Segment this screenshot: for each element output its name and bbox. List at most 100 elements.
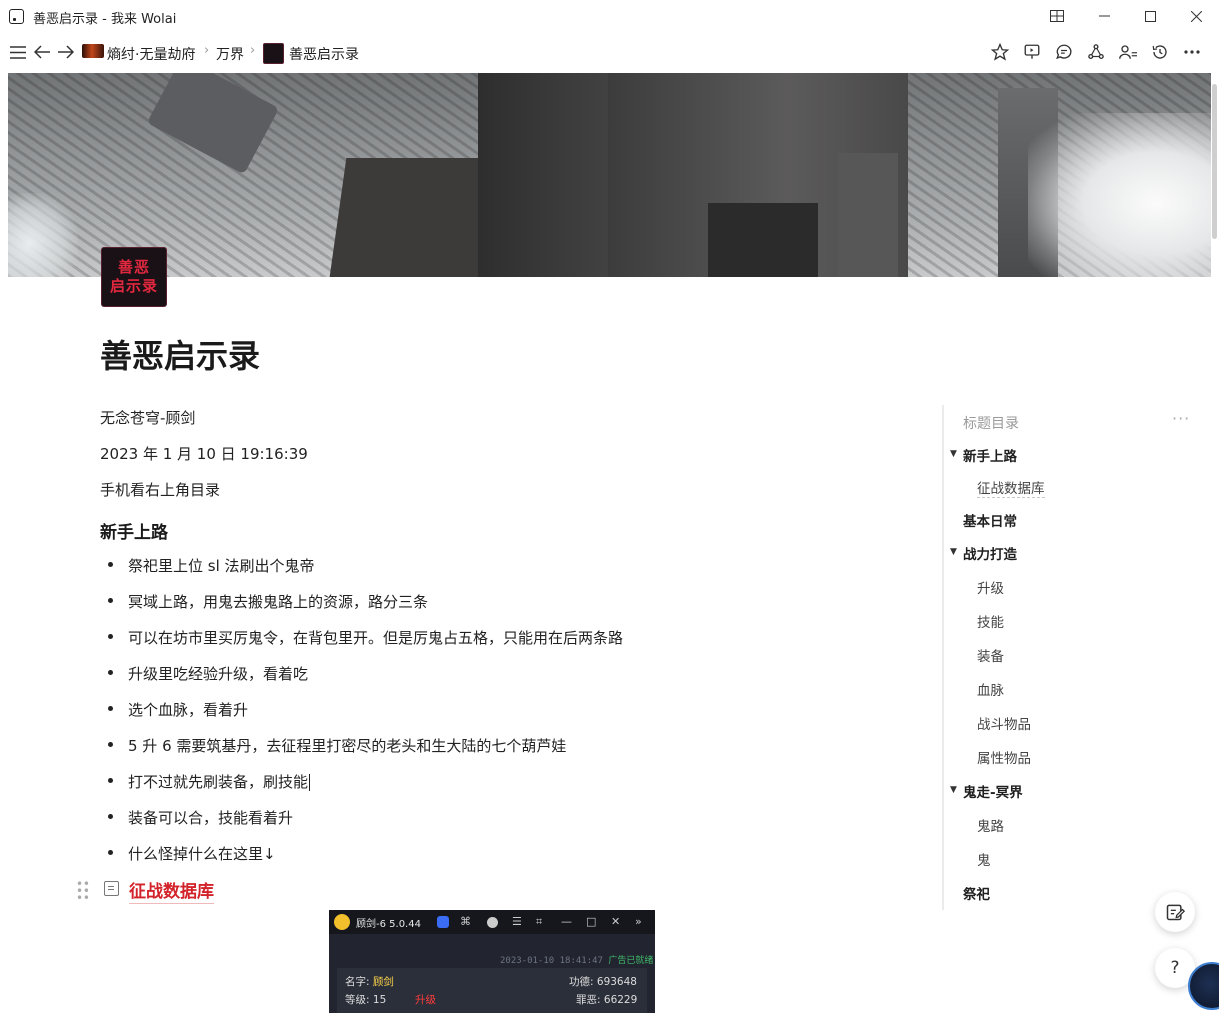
list-item-text: 装备可以合，技能看着升: [128, 809, 294, 827]
caret-down-icon[interactable]: ▼: [950, 547, 957, 557]
history-icon[interactable]: [1149, 41, 1171, 63]
embedded-title: 顾剑-6 5.0.44: [356, 919, 421, 930]
page-title[interactable]: 善恶启示录: [100, 331, 260, 377]
help-icon: ?: [1170, 958, 1180, 978]
list-item-text: 升级里吃经验升级，看着吃: [128, 665, 309, 683]
caret-down-icon[interactable]: ▼: [950, 785, 957, 795]
page-icon[interactable]: 善恶 启示录: [101, 247, 167, 307]
list-item[interactable]: 冥域上路，用鬼去搬鬼路上的资源，路分三条: [108, 591, 428, 612]
lightning-icon: [437, 916, 449, 928]
database-link[interactable]: 征战数据库: [129, 877, 214, 904]
window-title: 善恶启示录 - 我来 Wolai: [33, 12, 177, 27]
comment-icon[interactable]: [1053, 41, 1075, 63]
outline-item[interactable]: 技能: [977, 611, 1004, 631]
close-icon: ✕: [611, 915, 621, 928]
bullet-dot: [108, 706, 113, 711]
bullet-dot: [108, 778, 113, 783]
breadcrumb-item-current[interactable]: 善恶启示录: [289, 44, 359, 64]
menu-icon: ☰: [512, 915, 522, 928]
breadcrumb-thumb-1: [82, 44, 104, 58]
grid-icon[interactable]: [1042, 4, 1072, 28]
outline-item[interactable]: 属性物品: [977, 747, 1031, 767]
outline-item[interactable]: 征战数据库: [977, 477, 1045, 498]
outline-item[interactable]: 升级: [977, 577, 1004, 597]
share-network-icon[interactable]: [1085, 41, 1107, 63]
embedded-sin-row: 罪恶: 66229: [576, 994, 638, 1006]
outline-item[interactable]: 新手上路: [963, 445, 1017, 465]
bullet-dot: [108, 562, 113, 567]
outline-item[interactable]: 战力打造: [963, 543, 1017, 563]
minimize-icon[interactable]: [1089, 4, 1119, 28]
presentation-icon[interactable]: [1021, 41, 1043, 63]
breadcrumb-item-2[interactable]: 万界: [216, 44, 244, 64]
menu-icon[interactable]: [7, 41, 29, 63]
outline-panel: 标题目录 ··· ▼ 新手上路 征战数据库 基本日常 ▼ 战力打造 升级 技能 …: [942, 405, 1219, 910]
crop-icon: ⌗: [536, 915, 543, 928]
list-item[interactable]: 祭祀里上位 sl 法刷出个鬼帝: [108, 555, 315, 576]
outline-item[interactable]: 鬼路: [977, 815, 1004, 835]
drag-handle-icon[interactable]: • • • • • •: [76, 878, 90, 904]
list-item-text: 什么怪掉什么在这里↓: [128, 845, 276, 863]
text-cursor: [309, 774, 311, 791]
bullet-dot: [108, 850, 113, 855]
list-item[interactable]: 打不过就先刷装备，刷技能: [108, 771, 311, 792]
outline-heading: 标题目录: [963, 416, 1019, 432]
outline-item[interactable]: 装备: [977, 645, 1004, 665]
bullet-dot: [108, 598, 113, 603]
collaborators-icon[interactable]: [1117, 41, 1139, 63]
gamepad-icon: ⌘: [460, 915, 471, 928]
minimize-icon: —: [561, 915, 572, 928]
embedded-name-row: 名字: 顾剑: [345, 976, 394, 988]
list-item[interactable]: 可以在坊市里买厉鬼令，在背包里开。但是厉鬼占五格，只能用在后两条路: [108, 627, 623, 648]
outline-item[interactable]: 祭祀: [963, 883, 990, 903]
outline-more-icon[interactable]: ···: [1172, 409, 1190, 428]
star-icon[interactable]: [989, 41, 1011, 63]
embedded-level-row: 等级: 15: [345, 994, 387, 1006]
list-item[interactable]: 装备可以合，技能看着升: [108, 807, 293, 828]
section-heading[interactable]: 新手上路: [100, 518, 168, 543]
embedded-screenshot[interactable]: 顾剑-6 5.0.44 ⌘ ☰ ⌗ — □ ✕ » 2023-01-10 18:…: [329, 910, 655, 1013]
embedded-app-logo: [334, 914, 350, 930]
list-item[interactable]: 升级里吃经验升级，看着吃: [108, 663, 308, 684]
list-item-text: 祭祀里上位 sl 法刷出个鬼帝: [128, 557, 315, 575]
bullet-dot: [108, 634, 113, 639]
breadcrumb-thumb-3: [263, 43, 284, 64]
embedded-timestamp: 2023-01-10 18:41:47 广告已就绪: [500, 956, 654, 966]
embedded-upgrade-label: 升级: [415, 994, 436, 1006]
mobile-hint[interactable]: 手机看右上角目录: [100, 479, 220, 500]
outline-item[interactable]: 基本日常: [963, 510, 1017, 530]
list-item-text: 5 升 6 需要筑基丹，去征程里打密尽的老头和生大陆的七个葫芦娃: [128, 737, 567, 755]
maximize-icon: □: [586, 915, 597, 928]
embedded-titlebar: 顾剑-6 5.0.44 ⌘ ☰ ⌗ — □ ✕ »: [329, 910, 655, 934]
breadcrumb-separator: ›: [250, 43, 256, 58]
list-item[interactable]: 什么怪掉什么在这里↓: [108, 843, 276, 864]
list-item-text: 可以在坊市里买厉鬼令，在背包里开。但是厉鬼占五格，只能用在后两条路: [128, 629, 624, 647]
forward-icon[interactable]: [55, 41, 77, 63]
outline-item[interactable]: 鬼走-冥界: [963, 781, 1023, 801]
close-icon[interactable]: [1181, 4, 1211, 28]
back-icon[interactable]: [31, 41, 53, 63]
outline-item[interactable]: 鬼: [977, 849, 991, 869]
outline-item[interactable]: 战斗物品: [977, 713, 1031, 733]
scrollbar[interactable]: [1212, 84, 1217, 239]
embedded-status: 广告已就绪: [608, 956, 654, 966]
list-item[interactable]: 5 升 6 需要筑基丹，去征程里打密尽的老头和生大陆的七个葫芦娃: [108, 735, 566, 756]
user-icon: [487, 917, 498, 928]
bullet-dot: [108, 670, 113, 675]
page-link-icon: [104, 881, 119, 896]
author-line[interactable]: 无念苍穹-顾剑: [100, 407, 195, 428]
edit-note-icon[interactable]: [1155, 892, 1195, 932]
maximize-icon[interactable]: [1135, 4, 1165, 28]
page-icon-text-line1: 善恶: [117, 258, 150, 276]
list-item[interactable]: 选个血脉，看着升: [108, 699, 248, 720]
caret-down-icon[interactable]: ▼: [950, 449, 957, 459]
datetime-line[interactable]: 2023 年 1 月 10 日 19:16:39: [100, 443, 308, 464]
more-icon[interactable]: [1181, 41, 1203, 63]
breadcrumb-item-1[interactable]: 熵纣·无量劫府: [107, 44, 195, 64]
expand-icon: »: [635, 915, 642, 928]
list-item-text: 冥域上路，用鬼去搬鬼路上的资源，路分三条: [128, 593, 429, 611]
page-icon-text-line2: 启示录: [109, 277, 158, 295]
outline-item[interactable]: 血脉: [977, 679, 1004, 699]
cover-image[interactable]: [8, 73, 1211, 277]
list-item-text: 打不过就先刷装备，刷技能: [128, 773, 309, 791]
